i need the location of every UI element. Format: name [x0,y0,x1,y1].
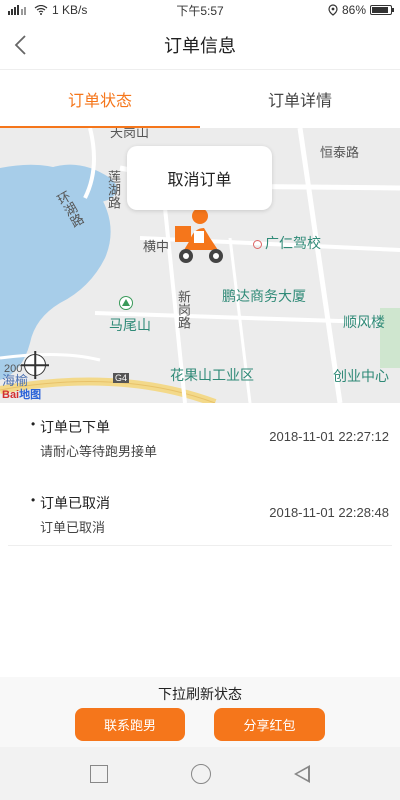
mountain-icon [119,296,133,310]
network-speed: 1 KB/s [52,3,88,17]
status-left: 1 KB/s [8,3,87,17]
baidu-logo-text: Bai [2,389,20,401]
chevron-left-icon[interactable] [10,33,34,57]
map-label-chuangye: 创业中心 [333,368,389,384]
tab-order-status[interactable]: 订单状态 [0,70,200,128]
system-nav-bar [0,747,400,800]
map-label-guangren: 广仁驾校 [253,233,321,253]
status-bar: 1 KB/s 下午5:57 86% [0,0,400,20]
cancel-order-button[interactable]: 取消订单 [127,146,272,210]
map-label-tianmen: 天岗山 [110,128,150,140]
map-label-hengzhong: 横中 [143,239,170,254]
locate-icon[interactable] [24,354,46,376]
map-label-shunfeng: 顺风楼 [343,314,385,330]
map-label-lianhu: 莲湖路 [106,170,121,209]
map-label-maweishan: 马尾山 [109,317,151,333]
list-item: 订单已取消 订单已取消 2018-11-01 22:28:48 [0,479,400,555]
location-icon [328,4,338,16]
divider [8,545,392,546]
list-item: 订单已下单 请耐心等待跑男接单 2018-11-01 22:27:12 [0,403,400,479]
signal-icon [8,5,26,15]
refresh-hint: 下拉刷新状态 [158,686,242,702]
back-icon[interactable] [294,764,310,783]
map-label-guangren-text: 广仁驾校 [265,235,321,251]
tab-order-details[interactable]: 订单详情 [200,70,400,128]
nav-bar: 订单信息 [0,20,400,70]
share-red-packet-button[interactable]: 分享红包 [214,708,325,741]
map-label-pengda: 鹏达商务大厦 [222,288,306,304]
contact-runner-button[interactable]: 联系跑男 [75,708,185,741]
battery-percent: 86% [341,3,366,17]
rider-icon [175,208,223,263]
poi-icon [253,239,262,249]
map-label-huaguoshan: 花果山工业区 [170,367,254,383]
event-time: 2018-11-01 22:28:48 [269,505,389,520]
page-title: 订单信息 [164,35,236,56]
map-label-hengtai: 恒泰路 [320,145,360,160]
wifi-icon [34,5,48,15]
status-right: 86% [328,3,394,17]
tab-bar: 订单状态 订单详情 [0,70,400,128]
battery-icon [370,5,394,15]
recent-apps-icon[interactable] [90,764,108,783]
event-time: 2018-11-01 22:27:12 [269,429,389,444]
home-icon[interactable] [191,763,211,784]
baidu-logo: Bai地图 [2,386,41,402]
map-label-xingang: 新岗路 [176,290,191,329]
map-view[interactable]: 天岗山 恒泰路 莲湖路 环湖路 横中 广仁驾校 鹏达商务大厦 新岗路 马尾山 顺… [0,128,400,403]
highway-badge: G4 [113,373,130,383]
footer: 下拉刷新状态 联系跑男 分享红包 [0,677,400,747]
baidu-logo-map-text: 地图 [19,389,42,401]
status-events: 订单已下单 请耐心等待跑男接单 2018-11-01 22:27:12 订单已取… [0,403,400,555]
